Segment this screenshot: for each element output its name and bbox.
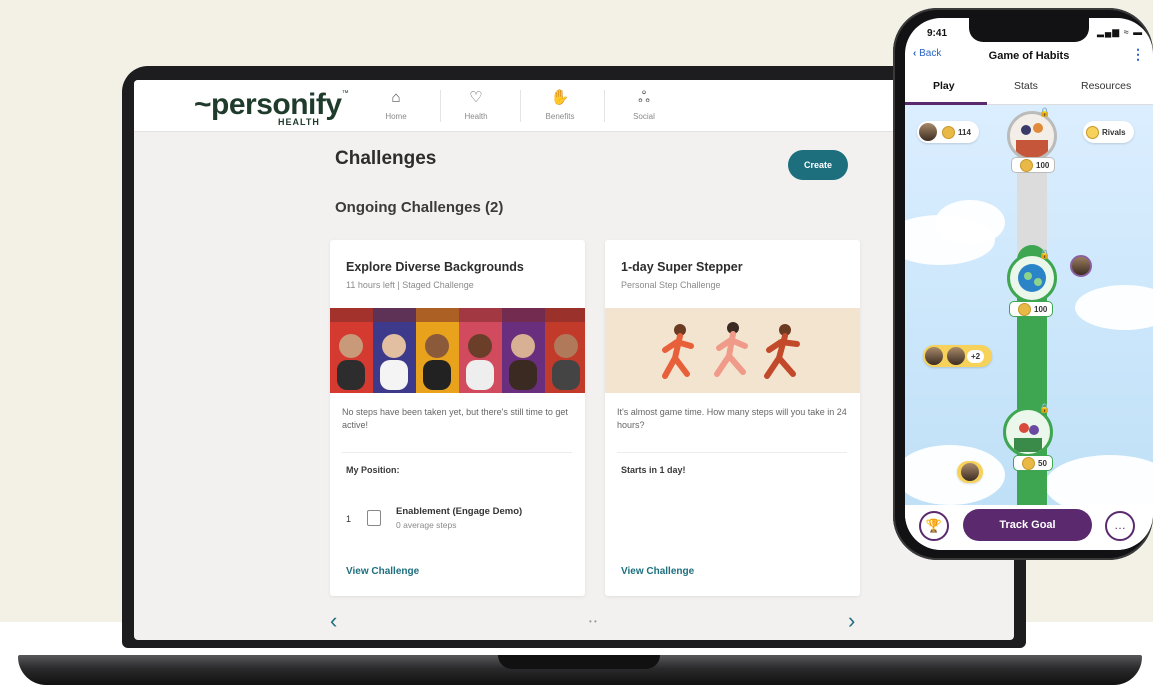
divider: [342, 452, 572, 453]
page-title: Challenges: [335, 148, 437, 169]
habit-node[interactable]: [1007, 253, 1057, 303]
lock-icon: 🔒: [1039, 107, 1051, 117]
participant-name: Enablement (Engage Demo): [396, 506, 523, 517]
nav-item-label: Health: [464, 112, 488, 121]
top-navigation-bar: ~personify™ HEALTH ⌂ Home ♡ Health ✋ Ben…: [134, 80, 1014, 132]
lock-icon: 🔒: [1039, 249, 1051, 259]
rivals-button[interactable]: Rivals: [1083, 121, 1134, 143]
group-players-badge[interactable]: +2: [923, 345, 993, 367]
node-coin-reward: 100: [1009, 301, 1054, 317]
personify-health-logo[interactable]: ~personify™ HEALTH: [194, 90, 349, 128]
challenge-description: No steps have been taken yet, but there'…: [342, 407, 568, 430]
diverse-portraits-image: [330, 308, 585, 393]
node-coin-reward: 100: [1011, 157, 1056, 173]
node-coin-value: 100: [1036, 160, 1050, 170]
node-coin-value: 50: [1038, 458, 1047, 468]
node-coin-reward: 50: [1013, 455, 1053, 471]
challenge-title: 1-day Super Stepper: [621, 260, 743, 274]
player-marker[interactable]: [957, 461, 983, 483]
coin-icon: [1022, 456, 1035, 470]
start-status-label: Starts in 1 day!: [621, 465, 686, 475]
view-challenge-link[interactable]: View Challenge: [346, 566, 419, 577]
nav-item-home[interactable]: ⌂ Home: [352, 88, 440, 128]
player-coins-badge[interactable]: 114: [917, 121, 979, 143]
page-indicator-dots: • •: [589, 617, 597, 626]
challenge-description: It's almost game time. How many steps wi…: [617, 407, 847, 430]
player-avatar: [925, 347, 943, 365]
challenge-card[interactable]: Explore Diverse Backgrounds 11 hours lef…: [330, 240, 585, 596]
status-icons: ▂▄▆ ≈ ▬: [1097, 27, 1144, 37]
phone-notch: [969, 18, 1089, 42]
logo-health-label: HEALTH: [278, 117, 320, 127]
home-icon: ⌂: [391, 89, 401, 106]
laptop-screen: ~personify™ HEALTH ⌂ Home ♡ Health ✋ Ben…: [134, 80, 1014, 640]
previous-page-arrow[interactable]: ‹: [330, 608, 337, 634]
cloud: [935, 200, 1005, 245]
game-map: 114 Rivals 🔒 100 🔒 100 +2 🔒 50: [905, 105, 1153, 505]
more-options-icon[interactable]: ⋮: [1131, 46, 1145, 63]
player-avatar: [947, 347, 965, 365]
cloud: [1045, 455, 1153, 505]
coin-icon: [942, 125, 955, 139]
laptop-hinge-notch: [498, 655, 660, 669]
screen-title: Game of Habits: [988, 50, 1070, 62]
cloud: [1075, 285, 1153, 330]
player-avatar: [919, 123, 937, 141]
challenge-subtitle: Personal Step Challenge: [621, 280, 721, 290]
participant-steps: 0 average steps: [396, 520, 457, 530]
challenge-title: Explore Diverse Backgrounds: [346, 260, 524, 274]
extra-players-count: +2: [967, 349, 985, 363]
team-icon: [367, 510, 381, 526]
nav-item-health[interactable]: ♡ Health: [432, 88, 520, 128]
habit-node-locked[interactable]: [1007, 111, 1057, 161]
node-coin-value: 100: [1034, 304, 1048, 314]
ongoing-challenges-heading: Ongoing Challenges (2): [335, 199, 504, 216]
nav-item-label: Benefits: [545, 112, 575, 121]
next-page-arrow[interactable]: ›: [848, 608, 855, 634]
star-icon: [1086, 125, 1099, 139]
nav-item-benefits[interactable]: ✋ Benefits: [516, 88, 604, 128]
track-goal-button[interactable]: Track Goal: [963, 509, 1092, 541]
nav-item-social[interactable]: ஃ Social: [600, 88, 688, 128]
trophy-icon[interactable]: 🏆: [919, 511, 949, 541]
habit-node[interactable]: [1003, 407, 1053, 457]
player-coins: 114: [958, 127, 971, 137]
player-avatar: [961, 463, 979, 481]
lock-icon: 🔒: [1039, 403, 1051, 413]
view-challenge-link[interactable]: View Challenge: [621, 566, 694, 577]
people-icon: ஃ: [638, 89, 650, 106]
rivals-label: Rivals: [1102, 127, 1126, 137]
nav-item-label: Home: [385, 112, 407, 121]
coin-icon: [1018, 302, 1031, 316]
heart-icon: ♡: [469, 89, 483, 106]
logo-trademark: ™: [341, 90, 349, 97]
divider: [617, 452, 847, 453]
hand-heart-icon: ✋: [550, 89, 570, 106]
coin-icon: [1020, 158, 1033, 172]
tab-stats[interactable]: Stats: [1014, 80, 1038, 92]
rival-avatar-marker[interactable]: [1070, 255, 1092, 277]
challenge-subtitle: 11 hours left | Staged Challenge: [346, 280, 474, 290]
phone-screen: 9:41 ▂▄▆ ≈ ▬ ‹ Back Game of Habits ⋮ Pla…: [905, 18, 1153, 550]
status-time: 9:41: [927, 28, 948, 39]
tab-play[interactable]: Play: [933, 80, 955, 92]
chat-icon[interactable]: …: [1105, 511, 1135, 541]
nav-item-label: Social: [633, 112, 655, 121]
challenge-card[interactable]: 1-day Super Stepper Personal Step Challe…: [605, 240, 860, 596]
rank-number: 1: [346, 514, 352, 524]
tab-resources[interactable]: Resources: [1081, 80, 1131, 92]
my-position-label: My Position:: [346, 465, 400, 475]
runners-illustration: [605, 308, 860, 393]
cloud: [905, 445, 1005, 505]
create-challenge-button[interactable]: Create: [788, 150, 848, 180]
